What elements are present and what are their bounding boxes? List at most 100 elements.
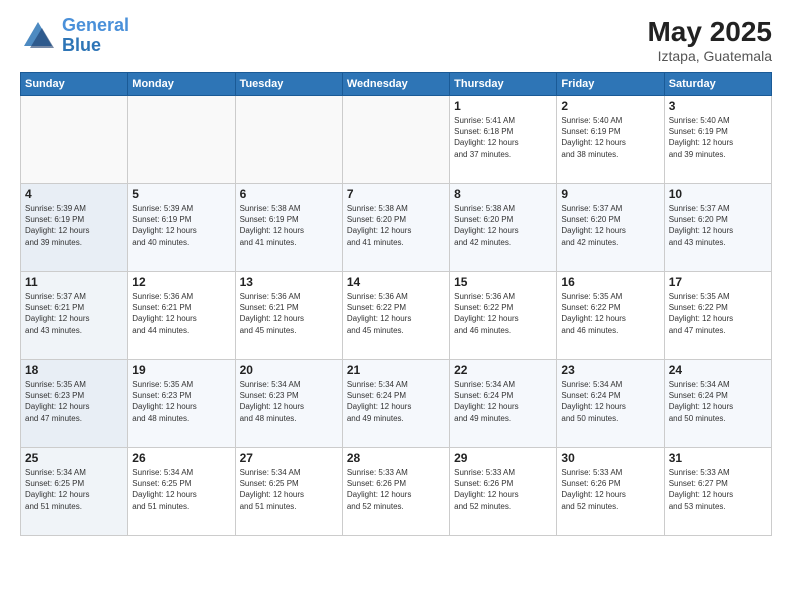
calendar-cell [235, 96, 342, 184]
day-info: Sunrise: 5:33 AM Sunset: 6:26 PM Dayligh… [561, 467, 659, 512]
page: General Blue May 2025 Iztapa, Guatemala … [0, 0, 792, 612]
weekday-header-monday: Monday [128, 73, 235, 96]
day-number: 26 [132, 451, 230, 465]
day-info: Sunrise: 5:35 AM Sunset: 6:22 PM Dayligh… [669, 291, 767, 336]
calendar-cell: 9 Sunrise: 5:37 AM Sunset: 6:20 PM Daylig… [557, 184, 664, 272]
day-info: Sunrise: 5:34 AM Sunset: 6:24 PM Dayligh… [669, 379, 767, 424]
calendar-cell: 19 Sunrise: 5:35 AM Sunset: 6:23 PM Dayli… [128, 360, 235, 448]
day-info: Sunrise: 5:36 AM Sunset: 6:22 PM Dayligh… [454, 291, 552, 336]
day-number: 20 [240, 363, 338, 377]
day-info: Sunrise: 5:35 AM Sunset: 6:23 PM Dayligh… [25, 379, 123, 424]
day-number: 19 [132, 363, 230, 377]
day-number: 5 [132, 187, 230, 201]
day-number: 11 [25, 275, 123, 289]
day-info: Sunrise: 5:34 AM Sunset: 6:24 PM Dayligh… [454, 379, 552, 424]
day-number: 28 [347, 451, 445, 465]
day-info: Sunrise: 5:34 AM Sunset: 6:25 PM Dayligh… [240, 467, 338, 512]
week-row-1: 1Sunrise: 5:41 AM Sunset: 6:18 PM Daylig… [21, 96, 772, 184]
week-row-3: 11 Sunrise: 5:37 AM Sunset: 6:21 PM Dayli… [21, 272, 772, 360]
day-info: Sunrise: 5:33 AM Sunset: 6:26 PM Dayligh… [454, 467, 552, 512]
day-info: Sunrise: 5:39 AM Sunset: 6:19 PM Dayligh… [132, 203, 230, 248]
day-info: Sunrise: 5:34 AM Sunset: 6:23 PM Dayligh… [240, 379, 338, 424]
calendar-cell: 10 Sunrise: 5:37 AM Sunset: 6:20 PM Dayli… [664, 184, 771, 272]
day-info: Sunrise: 5:40 AM Sunset: 6:19 PM Dayligh… [561, 115, 659, 160]
title-block: May 2025 Iztapa, Guatemala [647, 16, 772, 64]
calendar-cell: 4 Sunrise: 5:39 AM Sunset: 6:19 PM Daylig… [21, 184, 128, 272]
day-number: 3 [669, 99, 767, 113]
weekday-header-sunday: Sunday [21, 73, 128, 96]
day-info: Sunrise: 5:37 AM Sunset: 6:20 PM Dayligh… [669, 203, 767, 248]
week-row-2: 4 Sunrise: 5:39 AM Sunset: 6:19 PM Daylig… [21, 184, 772, 272]
day-number: 25 [25, 451, 123, 465]
calendar-cell: 18Sunrise: 5:35 AM Sunset: 6:23 PM Dayli… [21, 360, 128, 448]
location: Iztapa, Guatemala [647, 48, 772, 64]
week-row-4: 18Sunrise: 5:35 AM Sunset: 6:23 PM Dayli… [21, 360, 772, 448]
day-info: Sunrise: 5:38 AM Sunset: 6:20 PM Dayligh… [347, 203, 445, 248]
day-info: Sunrise: 5:41 AM Sunset: 6:18 PM Dayligh… [454, 115, 552, 160]
calendar-cell: 3Sunrise: 5:40 AM Sunset: 6:19 PM Daylig… [664, 96, 771, 184]
calendar-cell: 28 Sunrise: 5:33 AM Sunset: 6:26 PM Dayli… [342, 448, 449, 536]
day-number: 23 [561, 363, 659, 377]
day-info: Sunrise: 5:34 AM Sunset: 6:24 PM Dayligh… [561, 379, 659, 424]
day-number: 10 [669, 187, 767, 201]
day-number: 9 [561, 187, 659, 201]
day-number: 13 [240, 275, 338, 289]
day-info: Sunrise: 5:34 AM Sunset: 6:24 PM Dayligh… [347, 379, 445, 424]
day-info: Sunrise: 5:37 AM Sunset: 6:21 PM Dayligh… [25, 291, 123, 336]
logo-blue: Blue [62, 35, 101, 55]
day-number: 22 [454, 363, 552, 377]
day-number: 31 [669, 451, 767, 465]
calendar-cell: 27 Sunrise: 5:34 AM Sunset: 6:25 PM Dayli… [235, 448, 342, 536]
week-row-5: 25 Sunrise: 5:34 AM Sunset: 6:25 PM Dayli… [21, 448, 772, 536]
day-number: 30 [561, 451, 659, 465]
day-number: 6 [240, 187, 338, 201]
calendar-cell: 11 Sunrise: 5:37 AM Sunset: 6:21 PM Dayli… [21, 272, 128, 360]
calendar-cell: 7 Sunrise: 5:38 AM Sunset: 6:20 PM Daylig… [342, 184, 449, 272]
day-info: Sunrise: 5:39 AM Sunset: 6:19 PM Dayligh… [25, 203, 123, 248]
day-number: 24 [669, 363, 767, 377]
day-info: Sunrise: 5:34 AM Sunset: 6:25 PM Dayligh… [132, 467, 230, 512]
calendar-cell [342, 96, 449, 184]
day-number: 2 [561, 99, 659, 113]
calendar-cell: 29 Sunrise: 5:33 AM Sunset: 6:26 PM Dayli… [450, 448, 557, 536]
weekday-header-wednesday: Wednesday [342, 73, 449, 96]
day-info: Sunrise: 5:37 AM Sunset: 6:20 PM Dayligh… [561, 203, 659, 248]
calendar: SundayMondayTuesdayWednesdayThursdayFrid… [20, 72, 772, 536]
day-number: 14 [347, 275, 445, 289]
calendar-cell: 5 Sunrise: 5:39 AM Sunset: 6:19 PM Daylig… [128, 184, 235, 272]
header: General Blue May 2025 Iztapa, Guatemala [20, 16, 772, 64]
day-info: Sunrise: 5:35 AM Sunset: 6:23 PM Dayligh… [132, 379, 230, 424]
calendar-cell: 31 Sunrise: 5:33 AM Sunset: 6:27 PM Dayli… [664, 448, 771, 536]
calendar-cell: 25 Sunrise: 5:34 AM Sunset: 6:25 PM Dayli… [21, 448, 128, 536]
day-info: Sunrise: 5:33 AM Sunset: 6:26 PM Dayligh… [347, 467, 445, 512]
day-info: Sunrise: 5:33 AM Sunset: 6:27 PM Dayligh… [669, 467, 767, 512]
day-number: 4 [25, 187, 123, 201]
day-number: 7 [347, 187, 445, 201]
calendar-cell: 1Sunrise: 5:41 AM Sunset: 6:18 PM Daylig… [450, 96, 557, 184]
calendar-cell: 2 Sunrise: 5:40 AM Sunset: 6:19 PM Daylig… [557, 96, 664, 184]
day-number: 21 [347, 363, 445, 377]
calendar-cell: 30 Sunrise: 5:33 AM Sunset: 6:26 PM Dayli… [557, 448, 664, 536]
calendar-cell: 6Sunrise: 5:38 AM Sunset: 6:19 PM Daylig… [235, 184, 342, 272]
day-number: 15 [454, 275, 552, 289]
day-info: Sunrise: 5:36 AM Sunset: 6:21 PM Dayligh… [240, 291, 338, 336]
weekday-header-friday: Friday [557, 73, 664, 96]
logo-icon [20, 18, 56, 54]
day-info: Sunrise: 5:36 AM Sunset: 6:22 PM Dayligh… [347, 291, 445, 336]
day-number: 27 [240, 451, 338, 465]
day-number: 29 [454, 451, 552, 465]
calendar-cell: 20 Sunrise: 5:34 AM Sunset: 6:23 PM Dayli… [235, 360, 342, 448]
weekday-header-thursday: Thursday [450, 73, 557, 96]
calendar-cell: 15 Sunrise: 5:36 AM Sunset: 6:22 PM Dayli… [450, 272, 557, 360]
logo: General Blue [20, 16, 129, 56]
calendar-cell: 17 Sunrise: 5:35 AM Sunset: 6:22 PM Dayli… [664, 272, 771, 360]
logo-general: General [62, 15, 129, 35]
weekday-header-tuesday: Tuesday [235, 73, 342, 96]
weekday-header-row: SundayMondayTuesdayWednesdayThursdayFrid… [21, 73, 772, 96]
day-info: Sunrise: 5:34 AM Sunset: 6:25 PM Dayligh… [25, 467, 123, 512]
calendar-cell: 16Sunrise: 5:35 AM Sunset: 6:22 PM Dayli… [557, 272, 664, 360]
day-number: 17 [669, 275, 767, 289]
calendar-cell: 26 Sunrise: 5:34 AM Sunset: 6:25 PM Dayli… [128, 448, 235, 536]
weekday-header-saturday: Saturday [664, 73, 771, 96]
day-number: 8 [454, 187, 552, 201]
